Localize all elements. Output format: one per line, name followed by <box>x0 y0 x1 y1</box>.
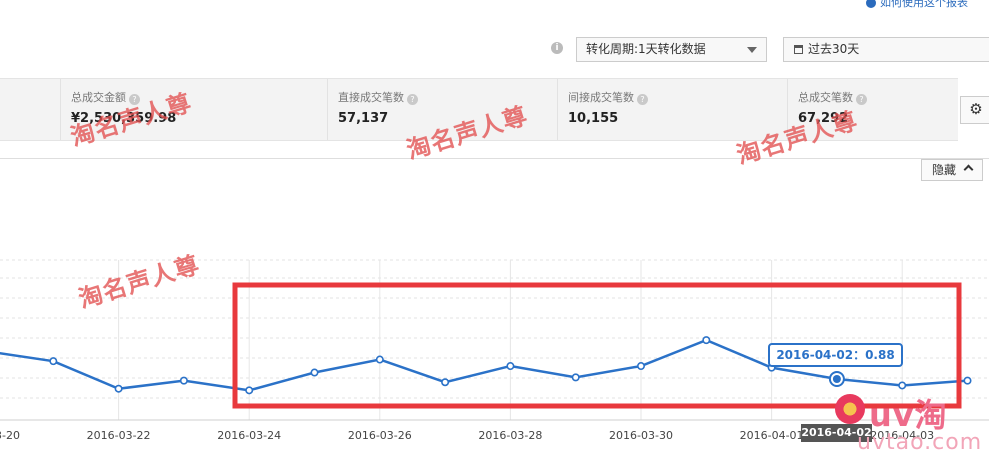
x-tick-label: 2016-04-01 <box>740 429 804 442</box>
data-point <box>636 362 645 371</box>
data-point <box>441 378 450 387</box>
data-point <box>702 336 711 345</box>
data-point <box>963 376 972 385</box>
x-tick-label: 2016-03-24 <box>217 429 281 442</box>
x-tick-label: 2016-03-20 <box>0 429 20 442</box>
uvtao-logo: uv淘 uvtao.com <box>833 388 989 461</box>
data-point <box>49 357 58 366</box>
x-tick-label: 2016-03-22 <box>87 429 151 442</box>
flower-icon <box>835 394 865 424</box>
x-axis: 2016-03-20 2016-03-22 2016-03-24 2016-03-26… <box>0 429 934 442</box>
data-point <box>114 384 123 393</box>
data-point <box>571 373 580 382</box>
x-tick-label: 2016-03-30 <box>609 429 673 442</box>
chart-tooltip: 2016-04-02：0.88 <box>768 343 903 367</box>
data-point <box>375 355 384 364</box>
data-point <box>310 368 319 377</box>
data-point <box>179 376 188 385</box>
data-point <box>245 386 254 395</box>
x-tick-label: 2016-03-26 <box>348 429 412 442</box>
logo-domain: uvtao.com <box>857 430 983 455</box>
highlighted-point <box>832 375 841 383</box>
x-tick-label: 2016-03-28 <box>478 429 542 442</box>
data-point <box>506 362 515 371</box>
